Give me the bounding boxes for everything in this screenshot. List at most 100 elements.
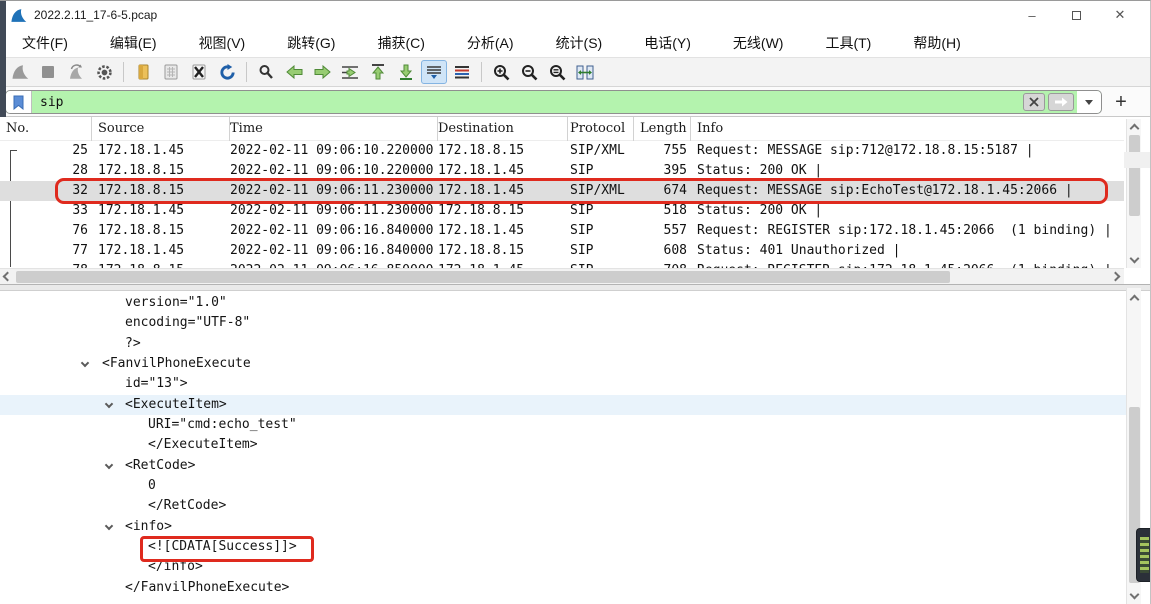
resize-columns-button[interactable] [572,60,598,84]
menu-wireless[interactable]: 无线(W) [723,30,794,56]
menu-file[interactable]: 文件(F) [12,30,78,56]
chevron-down-icon[interactable] [105,399,113,407]
menu-edit[interactable]: 编辑(E) [100,30,167,56]
scroll-down-icon[interactable] [1130,254,1140,264]
filter-apply-button[interactable] [1048,93,1074,111]
go-to-packet-button[interactable] [337,60,363,84]
column-header-source[interactable]: Source [92,117,230,141]
hscroll-thumb[interactable] [16,271,950,283]
scroll-up-icon[interactable] [1130,124,1140,134]
table-row[interactable]: 76172.18.8.152022-02-11 09:06:16.8400001… [0,221,1124,241]
filter-value: sip [40,95,1023,110]
stop-capture-icon [41,65,55,79]
maximize-icon [1072,11,1081,20]
vscroll-thumb[interactable] [1129,135,1140,216]
titlebar: 2022.2.11_17-6-5.pcap – ✕ [0,1,1150,29]
restart-capture-button[interactable] [63,60,89,84]
table-row[interactable]: 25172.18.1.452022-02-11 09:06:10.2200001… [0,141,1124,161]
tree-item[interactable]: version="1.0" [0,293,1126,313]
scroll-right-icon[interactable] [1111,272,1121,282]
table-row[interactable]: 33172.18.1.452022-02-11 09:06:11.2300001… [0,201,1124,221]
menu-analyze[interactable]: 分析(A) [457,30,524,56]
filter-bookmark-button[interactable] [6,91,32,113]
filter-dropdown-button[interactable] [1077,91,1101,113]
chevron-down-icon[interactable] [105,461,113,469]
open-file-button[interactable] [130,60,156,84]
menu-help[interactable]: 帮助(H) [903,30,970,56]
column-header-protocol[interactable]: Protocol [568,117,634,141]
column-header-time[interactable]: Time [230,117,438,141]
zoom-reset-button[interactable] [544,60,570,84]
packet-list-vscrollbar[interactable] [1126,119,1141,268]
zoom-in-button[interactable] [488,60,514,84]
tree-item[interactable]: 0 [0,476,1126,496]
chevron-down-icon [1085,100,1093,105]
colorize-button[interactable] [449,60,475,84]
tree-item[interactable]: </ExecuteItem> [0,435,1126,455]
tree-item[interactable]: </FanvilPhoneExecute> [0,578,1126,598]
arrow-right-icon [314,65,331,79]
tree-item[interactable]: encoding="UTF-8" [0,313,1126,333]
table-row[interactable]: 77172.18.1.452022-02-11 09:06:16.8400001… [0,241,1124,261]
window-title: 2022.2.11_17-6-5.pcap [34,8,157,22]
gear-icon [96,64,113,81]
tree-item-expandable[interactable]: <FanvilPhoneExecute [0,354,1126,374]
tree-item[interactable]: id="13"> [0,374,1126,394]
go-back-button[interactable] [281,60,307,84]
tree-item-selected[interactable]: <ExecuteItem> [0,395,1126,415]
annotation-box-cdata [140,536,314,562]
column-header-destination[interactable]: Destination [438,117,568,141]
find-packet-button[interactable] [253,60,279,84]
tree-item-expandable[interactable]: <info> [0,517,1126,537]
go-forward-button[interactable] [309,60,335,84]
scroll-left-icon[interactable] [3,272,13,282]
scroll-up-icon[interactable] [1130,295,1140,305]
close-file-button[interactable] [186,60,212,84]
tree-item[interactable]: </RetCode> [0,496,1126,516]
tree-item-expandable[interactable]: <RetCode> [0,456,1126,476]
menu-go[interactable]: 跳转(G) [277,30,345,56]
wireshark-window: 2022.2.11_17-6-5.pcap – ✕ 文件(F) 编辑(E) 视图… [0,0,1151,604]
zoom-in-icon [493,64,510,81]
minimize-button[interactable]: – [1010,1,1054,29]
menu-statistics[interactable]: 统计(S) [546,30,613,56]
apply-arrow-icon [1054,97,1068,107]
level-meter-icon [1140,537,1149,573]
reload-file-button[interactable] [214,60,240,84]
column-header-no[interactable]: No. [0,117,92,141]
column-header-info[interactable]: Info [691,117,1124,141]
table-row-clipped[interactable]: 78172.18.8.152022-02-11 09:06:16.8500001… [0,261,1124,268]
chevron-down-icon[interactable] [105,522,113,530]
save-file-button[interactable] [158,60,184,84]
arrow-down-bar-icon [399,64,413,80]
tree-item[interactable]: ?> [0,334,1126,354]
scroll-down-icon[interactable] [1130,590,1140,600]
chevron-down-icon[interactable] [81,359,89,367]
menu-capture[interactable]: 捕获(C) [367,30,434,56]
arrow-up-bar-icon [371,64,385,80]
auto-scroll-button[interactable] [421,60,447,84]
go-first-button[interactable] [365,60,391,84]
minimize-icon: – [1028,8,1035,23]
packet-list-hscrollbar[interactable] [0,268,1124,284]
maximize-button[interactable] [1054,1,1098,29]
open-file-icon [136,64,151,80]
add-filter-button[interactable]: + [1108,89,1134,115]
column-header-length[interactable]: Length [634,117,691,141]
menu-telephony[interactable]: 电话(Y) [634,30,701,56]
filter-clear-button[interactable] [1023,93,1045,111]
start-capture-button[interactable] [7,60,33,84]
menu-tools[interactable]: 工具(T) [815,30,881,56]
tree-item[interactable]: URI="cmd:echo_test" [0,415,1126,435]
capture-options-button[interactable] [91,60,117,84]
display-filter-input[interactable]: sip [5,90,1102,114]
recorder-overlay[interactable] [1136,528,1151,582]
colorize-icon [454,65,470,79]
pane-divider[interactable] [0,284,1150,291]
menu-view[interactable]: 视图(V) [189,30,256,56]
zoom-out-button[interactable] [516,60,542,84]
go-last-button[interactable] [393,60,419,84]
close-button[interactable]: ✕ [1098,1,1142,29]
stop-capture-button[interactable] [35,60,61,84]
go-to-packet-icon [341,65,359,80]
